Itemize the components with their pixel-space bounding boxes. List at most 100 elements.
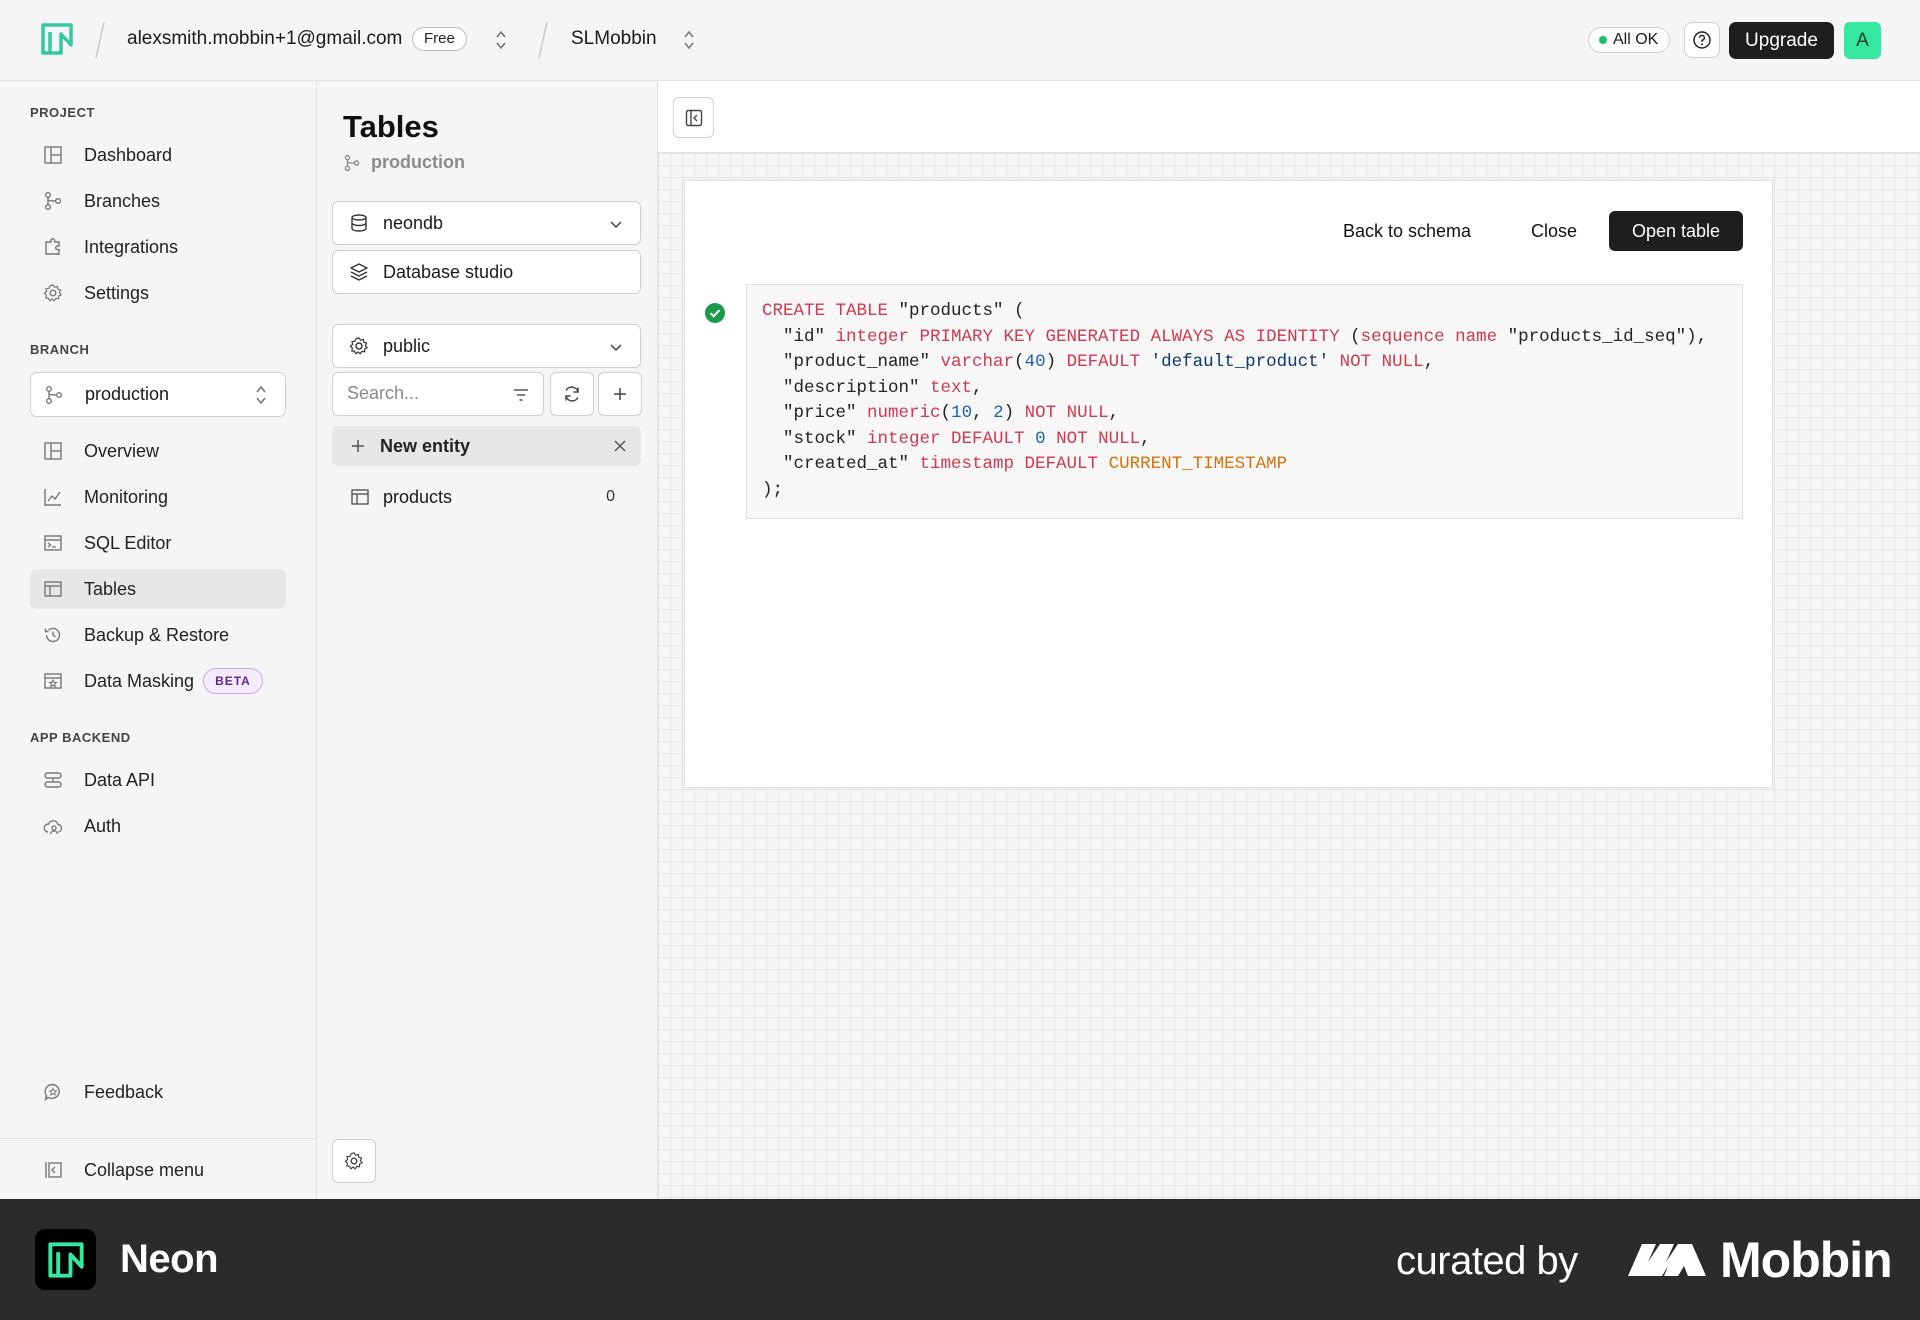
database-studio-label: Database studio: [383, 261, 514, 282]
branch-select[interactable]: production: [30, 372, 286, 417]
branch-icon: [344, 154, 360, 171]
separator-slash: [538, 21, 548, 59]
upgrade-button[interactable]: Upgrade: [1729, 22, 1834, 59]
branch-icon: [46, 385, 62, 404]
neon-app-logo-icon: [35, 1229, 96, 1290]
panel-settings-button[interactable]: [332, 1139, 376, 1183]
schema-icon: [349, 337, 368, 355]
sql-code-block: CREATE TABLE "products" ( "id" integer P…: [746, 284, 1743, 519]
table-icon: [44, 581, 62, 597]
toggle-panel-button[interactable]: [673, 97, 714, 138]
api-icon: [44, 772, 62, 788]
feedback-button[interactable]: Feedback: [30, 1072, 286, 1112]
terminal-icon: [44, 535, 62, 551]
sidebar-item-label: Dashboard: [84, 144, 173, 165]
database-icon: [351, 214, 367, 232]
database-name: neondb: [383, 212, 444, 233]
plus-icon: [352, 440, 364, 452]
sidebar-item-integrations[interactable]: Integrations: [30, 227, 286, 267]
sidebar-item-label: Overview: [84, 440, 160, 461]
sidebar-item-tables[interactable]: Tables: [30, 569, 286, 609]
refresh-icon: [565, 386, 579, 402]
table-row[interactable]: products 0: [332, 476, 641, 518]
avatar[interactable]: A: [1844, 22, 1881, 59]
section-label-branch: BRANCH: [30, 342, 90, 357]
neon-logo-icon[interactable]: [40, 22, 74, 56]
new-entity-item[interactable]: New entity: [332, 426, 641, 466]
grid-icon: [44, 146, 62, 164]
filter-icon[interactable]: [512, 386, 530, 404]
project-switcher-icon[interactable]: [681, 27, 697, 53]
branch-name: production: [371, 152, 465, 172]
sidebar-item-overview[interactable]: Overview: [30, 431, 286, 471]
sidebar-item-data-masking[interactable]: Data Masking BETA: [30, 661, 286, 701]
question-icon: [1693, 31, 1711, 49]
beta-badge: BETA: [203, 668, 263, 694]
database-select[interactable]: neondb: [332, 201, 641, 245]
search-input[interactable]: [347, 383, 497, 404]
collapse-menu-button[interactable]: Collapse menu: [30, 1150, 286, 1190]
sidebar-item-label: Data Masking: [84, 670, 195, 691]
table-icon: [351, 489, 369, 505]
success-check-icon: [705, 303, 725, 323]
sidebar: PROJECT Dashboard Branches Integrations …: [0, 81, 317, 1199]
sidebar-item-label: Data API: [84, 769, 156, 790]
sidebar-item-label: Monitoring: [84, 486, 169, 507]
sidebar-item-sql-editor[interactable]: SQL Editor: [30, 523, 286, 563]
close-button[interactable]: Close: [1531, 211, 1577, 251]
sidebar-item-dashboard[interactable]: Dashboard: [30, 135, 286, 175]
top-bar: alexsmith.mobbin+1@gmail.com Free SLMobb…: [0, 0, 1920, 81]
plan-badge: Free: [412, 27, 467, 51]
chevron-down-icon: [610, 221, 622, 229]
add-button[interactable]: [598, 372, 642, 416]
table-definition-card: Back to schema Close Open table CREATE T…: [684, 180, 1773, 788]
project-name[interactable]: SLMobbin: [571, 28, 657, 50]
account-email[interactable]: alexsmith.mobbin+1@gmail.com: [127, 28, 402, 50]
open-table-button[interactable]: Open table: [1609, 211, 1743, 251]
cloud-user-icon: [43, 820, 63, 835]
collapse-icon: [45, 1162, 62, 1178]
divider: [0, 1138, 317, 1139]
help-button[interactable]: [1684, 22, 1720, 58]
layers-icon: [350, 263, 368, 281]
sidebar-item-auth[interactable]: Auth: [30, 806, 286, 846]
status-badge[interactable]: All OK: [1588, 27, 1671, 53]
branch-select-value: production: [85, 384, 170, 404]
schema-canvas[interactable]: Back to schema Close Open table CREATE T…: [658, 81, 1920, 1199]
plus-icon: [614, 388, 626, 400]
collapse-label: Collapse menu: [84, 1159, 205, 1180]
current-branch: production: [343, 152, 465, 173]
account-switcher-icon[interactable]: [493, 27, 509, 53]
close-icon[interactable]: [613, 439, 627, 453]
sidebar-item-data-api[interactable]: Data API: [30, 760, 286, 800]
sidebar-item-label: Integrations: [84, 236, 179, 257]
sidebar-item-branches[interactable]: Branches: [30, 181, 286, 221]
section-label-app-backend: APP BACKEND: [30, 730, 131, 745]
sidebar-item-monitoring[interactable]: Monitoring: [30, 477, 286, 517]
sidebar-item-settings[interactable]: Settings: [30, 273, 286, 313]
branch-icon: [45, 192, 61, 210]
schema-name: public: [383, 335, 431, 356]
schema-select[interactable]: public: [332, 324, 641, 368]
database-studio-button[interactable]: Database studio: [332, 250, 641, 294]
search-box: [332, 372, 544, 416]
footer-banner: Neon curated by Mobbin: [0, 1199, 1920, 1320]
sidebar-item-label: Settings: [84, 282, 150, 303]
gear-icon: [344, 1152, 363, 1170]
back-to-schema-button[interactable]: Back to schema: [1343, 211, 1471, 251]
footer-mobbin-wordmark: Mobbin: [1720, 1232, 1893, 1288]
history-icon: [44, 627, 61, 643]
sidebar-toggle-icon: [685, 109, 702, 126]
separator-slash: [95, 21, 105, 59]
sidebar-item-label: Branches: [84, 190, 161, 211]
row-count: 0: [606, 488, 615, 505]
grid-icon: [44, 442, 62, 460]
refresh-button[interactable]: [550, 372, 594, 416]
page-title: Tables: [343, 109, 439, 144]
status-dot-icon: [1599, 36, 1607, 44]
section-label-project: PROJECT: [30, 105, 95, 120]
table-name: products: [383, 486, 453, 507]
sidebar-item-backup-restore[interactable]: Backup & Restore: [30, 615, 286, 655]
new-entity-label: New entity: [380, 435, 471, 456]
puzzle-icon: [45, 238, 60, 255]
